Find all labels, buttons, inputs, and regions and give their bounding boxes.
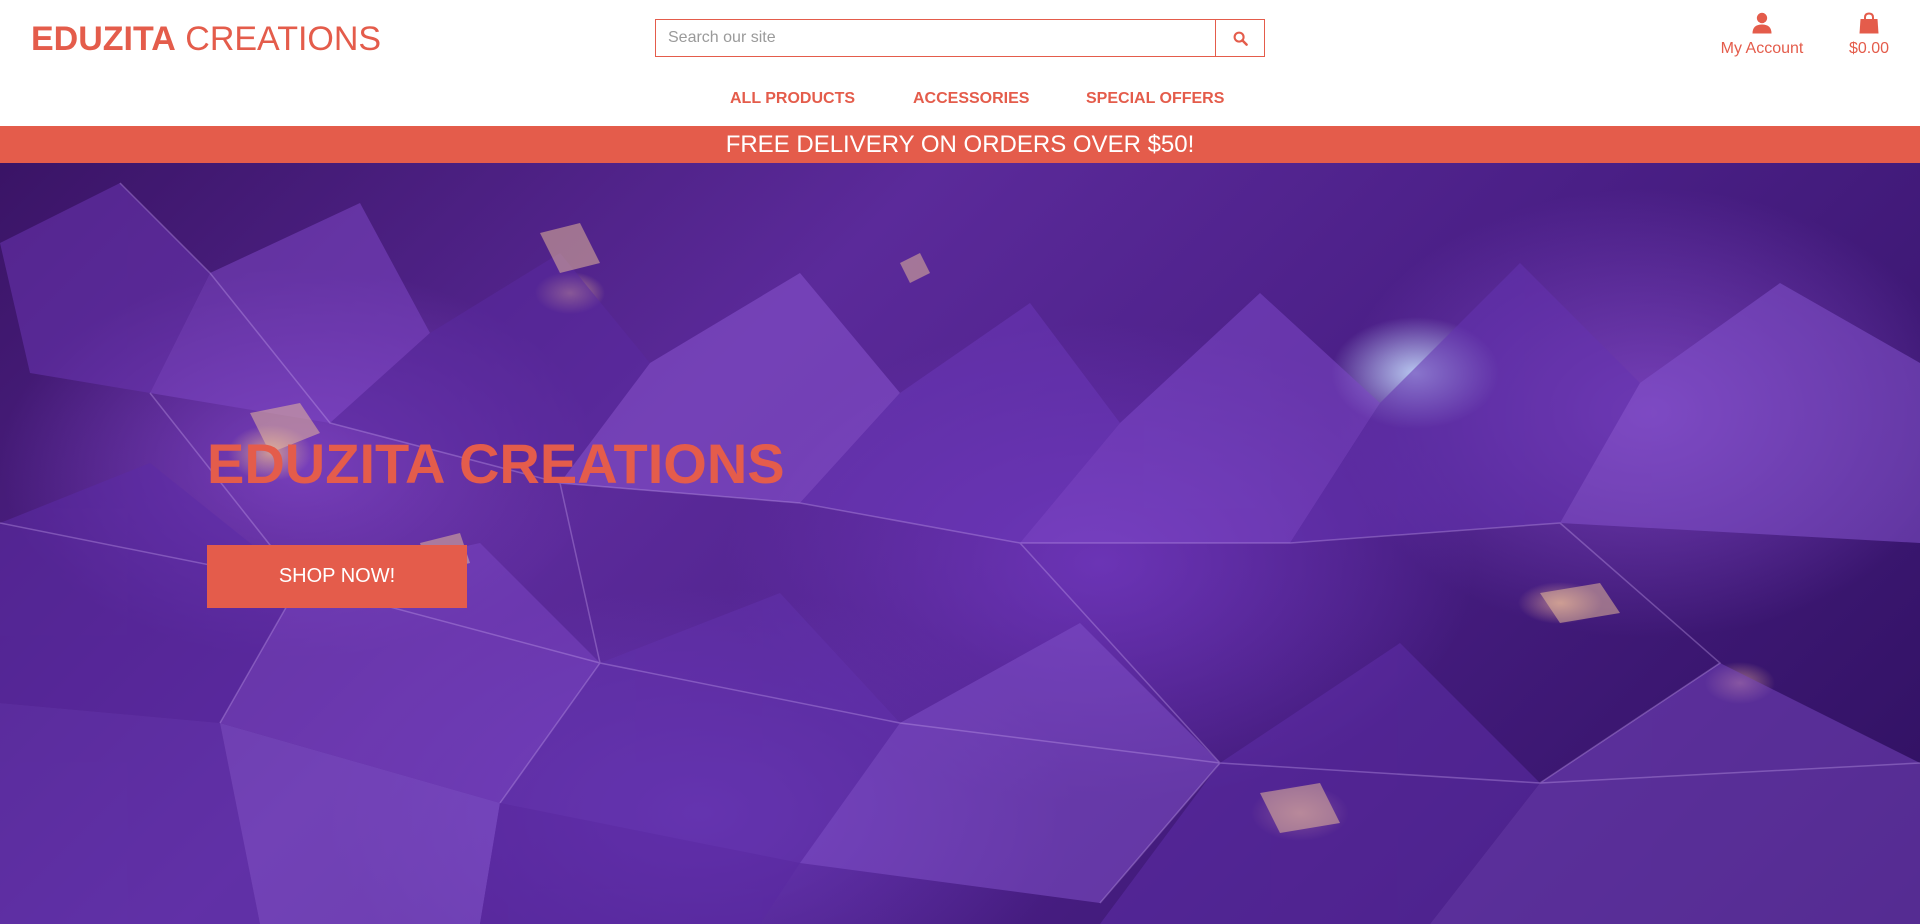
logo-text-bold: EDUZITA	[31, 20, 176, 58]
cart-link[interactable]: $0.00	[1838, 12, 1900, 59]
site-logo[interactable]: EDUZITA CREATIONS	[31, 18, 381, 60]
logo-text-regular: CREATIONS	[185, 20, 382, 58]
search-icon	[1233, 31, 1248, 46]
shopping-bag-icon	[1859, 12, 1879, 34]
search-input[interactable]	[656, 20, 1215, 56]
my-account-label: My Account	[1720, 40, 1804, 57]
hero-background-image	[0, 182, 1920, 924]
search-form	[655, 19, 1265, 57]
site-header: EDUZITA CREATIONS My Account $0.00 ALL P…	[0, 0, 1920, 126]
nav-item-special-offers[interactable]: SPECIAL OFFERS	[1086, 88, 1224, 110]
nav-item-all-products[interactable]: ALL PRODUCTS	[730, 88, 855, 110]
nav-item-accessories[interactable]: ACCESSORIES	[913, 88, 1029, 110]
promo-banner: FREE DELIVERY ON ORDERS OVER $50!	[0, 126, 1920, 163]
user-icon	[1752, 12, 1772, 34]
hero-title: EDUZITA CREATIONS	[207, 432, 785, 495]
cart-total: $0.00	[1848, 40, 1890, 57]
my-account-link[interactable]: My Account	[1714, 12, 1810, 59]
shop-now-button[interactable]: SHOP NOW!	[207, 545, 467, 608]
hero-banner: EDUZITA CREATIONS SHOP NOW!	[0, 163, 1920, 924]
main-nav: ALL PRODUCTS ACCESSORIES SPECIAL OFFERS	[0, 88, 1920, 110]
search-button[interactable]	[1215, 20, 1264, 56]
